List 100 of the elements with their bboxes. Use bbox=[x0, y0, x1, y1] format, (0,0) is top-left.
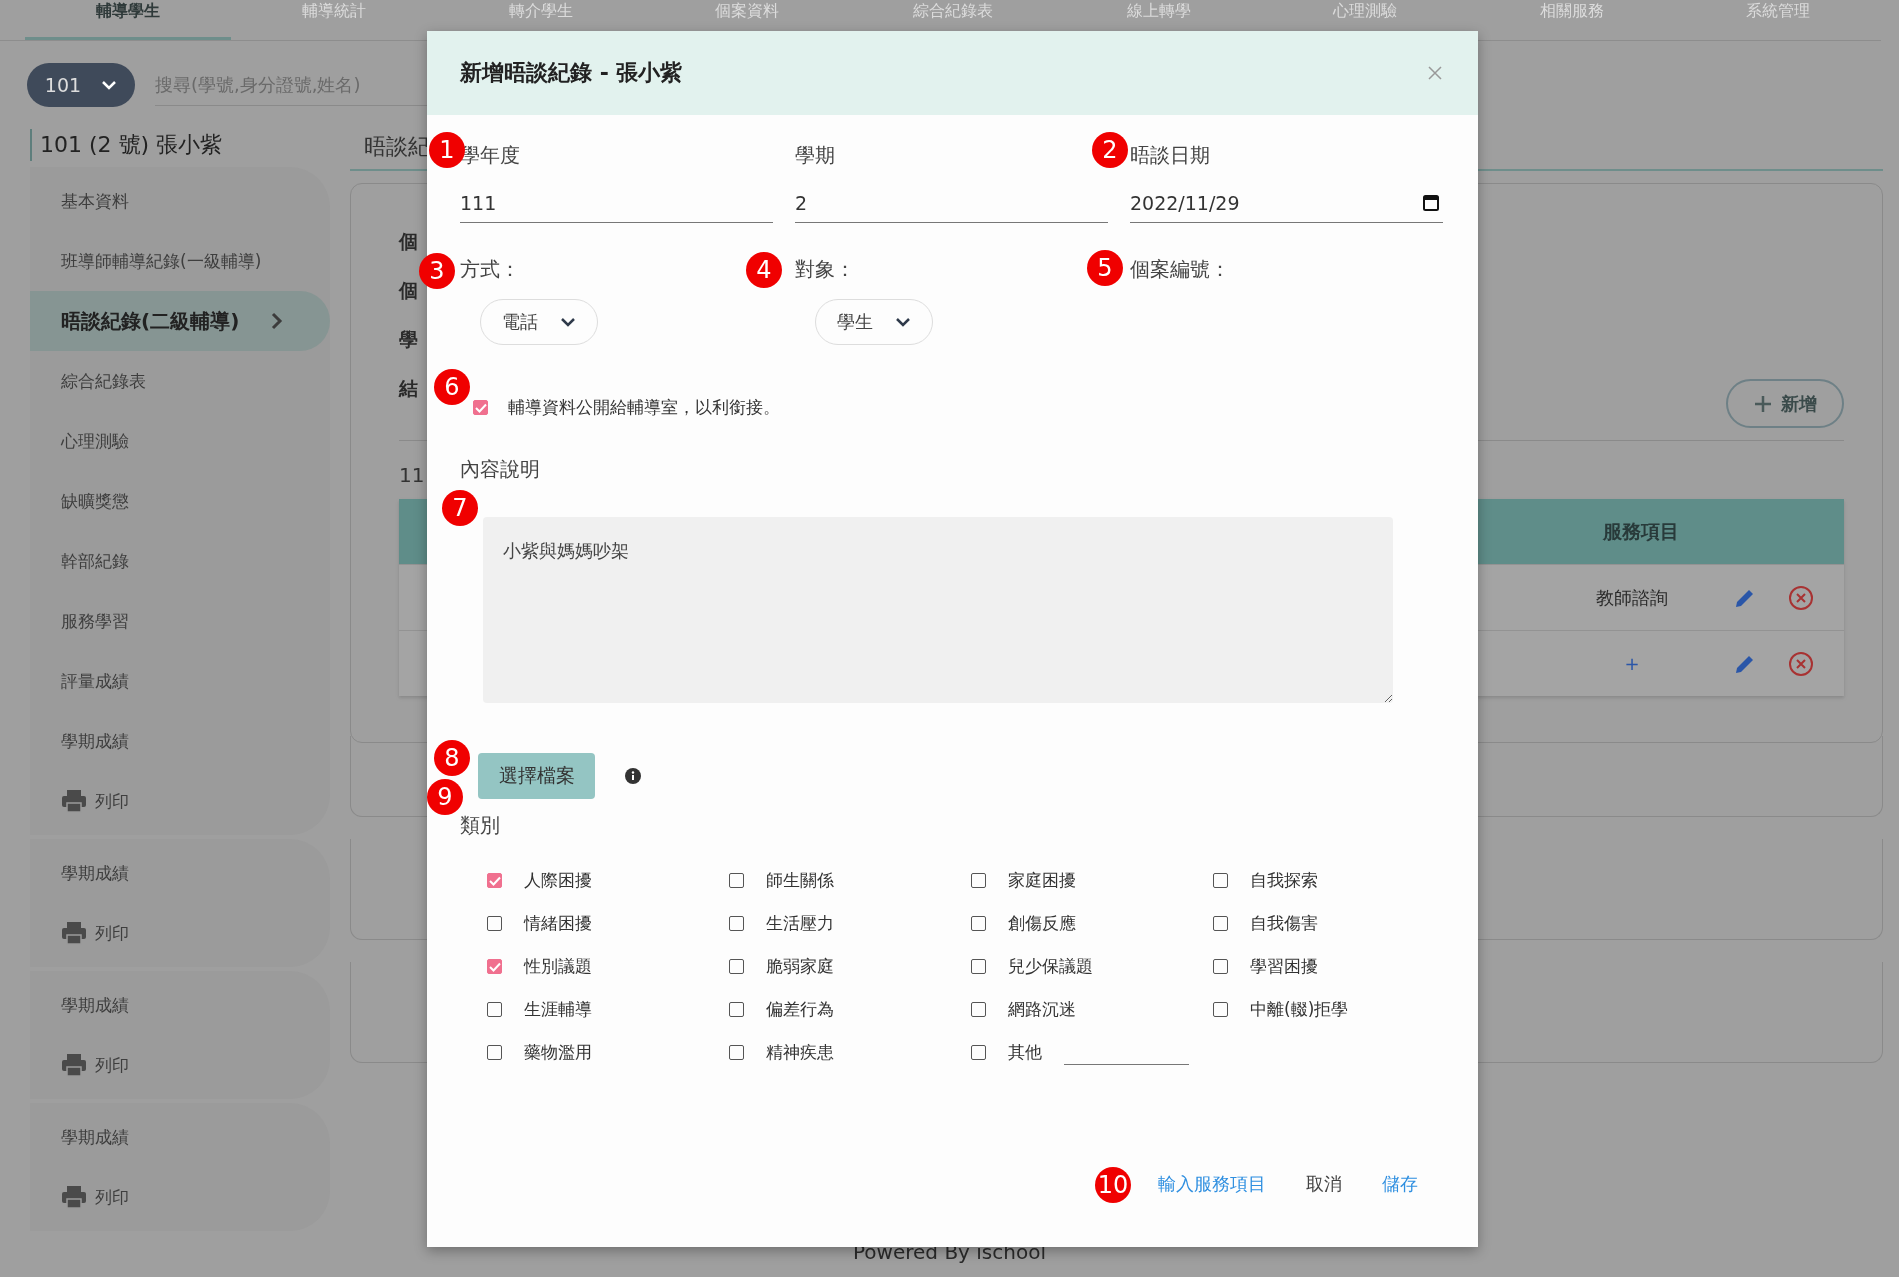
checkbox[interactable] bbox=[971, 959, 986, 974]
dialog-action-button[interactable]: 輸入服務項目 bbox=[1158, 1168, 1266, 1200]
sidebar-item[interactable]: 列印 bbox=[30, 903, 330, 963]
checkbox[interactable] bbox=[1213, 1002, 1228, 1017]
field-label: 結 bbox=[399, 376, 418, 401]
checkbox[interactable] bbox=[729, 916, 744, 931]
delete-circle-icon[interactable] bbox=[1788, 650, 1814, 677]
checkbox-label: 師生關係 bbox=[766, 869, 834, 892]
field-label: 對象： bbox=[795, 256, 855, 283]
checkbox[interactable] bbox=[971, 1045, 986, 1060]
checkbox-label: 其他 bbox=[1008, 1041, 1042, 1064]
chevron-down-icon bbox=[895, 317, 911, 327]
add-button[interactable]: 新增 bbox=[1726, 379, 1844, 428]
field-label: 學 bbox=[399, 327, 418, 352]
checkbox-label: 藥物濫用 bbox=[524, 1041, 592, 1064]
checkbox[interactable] bbox=[971, 873, 986, 888]
number-marker: 4 bbox=[746, 252, 782, 288]
number-marker: 9 bbox=[427, 779, 463, 815]
checkbox-label: 家庭困擾 bbox=[1008, 869, 1076, 892]
checkbox[interactable] bbox=[487, 959, 502, 974]
nav-tab[interactable]: 輔導學生 bbox=[25, 0, 232, 40]
info-icon[interactable] bbox=[625, 768, 641, 784]
column-header: 服務項目 bbox=[1603, 518, 1679, 544]
sidebar-item[interactable]: 缺曠獎懲 bbox=[30, 471, 330, 531]
checkbox-label: 生活壓力 bbox=[766, 912, 834, 935]
checkbox-label: 精神疾患 bbox=[766, 1041, 834, 1064]
class-dropdown[interactable]: 101 bbox=[27, 63, 135, 107]
dialog-action-button[interactable]: 儲存 bbox=[1382, 1168, 1418, 1200]
dialog-title: 新增晤談紀錄 - 張小紫 bbox=[460, 59, 683, 87]
number-marker: 7 bbox=[442, 490, 478, 526]
number-marker: 2 bbox=[1092, 132, 1128, 168]
checkbox[interactable] bbox=[487, 1002, 502, 1017]
sidebar-item[interactable]: 評量成績 bbox=[30, 651, 330, 711]
sidebar-item[interactable]: 班導師輔導紀錄(一級輔導) bbox=[30, 231, 330, 291]
checkbox[interactable] bbox=[487, 873, 502, 888]
checkbox-label: 偏差行為 bbox=[766, 998, 834, 1021]
checkbox[interactable] bbox=[729, 1002, 744, 1017]
field-label: 學期 bbox=[795, 142, 835, 169]
input-field[interactable]: 111 bbox=[460, 183, 773, 223]
checkbox[interactable] bbox=[487, 1045, 502, 1060]
sidebar-item[interactable]: 綜合紀錄表 bbox=[30, 351, 330, 411]
field-label: 方式： bbox=[460, 256, 520, 283]
number-marker: 8 bbox=[434, 740, 470, 776]
date-field[interactable]: 2022/11/29 bbox=[1130, 191, 1330, 214]
sidebar-item[interactable]: 基本資料 bbox=[30, 171, 330, 231]
checkbox-label: 網路沉迷 bbox=[1008, 998, 1076, 1021]
sidebar-item[interactable]: 心理測驗 bbox=[30, 411, 330, 471]
calendar-icon[interactable] bbox=[1423, 194, 1439, 211]
checkbox-label: 性別議題 bbox=[524, 955, 592, 978]
sidebar-item[interactable]: 服務學習 bbox=[30, 591, 330, 651]
sidebar-item[interactable]: 列印 bbox=[30, 1167, 330, 1227]
checkbox[interactable] bbox=[1213, 959, 1228, 974]
checkbox-label: 自我探索 bbox=[1250, 869, 1318, 892]
printer-icon bbox=[61, 789, 87, 813]
field-label: 晤談日期 bbox=[1130, 142, 1210, 169]
sidebar-item[interactable]: 列印 bbox=[30, 771, 330, 831]
checkbox[interactable] bbox=[1213, 873, 1228, 888]
checkbox-label: 中離(輟)拒學 bbox=[1250, 998, 1349, 1021]
checkbox-label: 學習困擾 bbox=[1250, 955, 1318, 978]
sidebar-item[interactable]: 學期成績 bbox=[30, 1107, 330, 1167]
printer-icon bbox=[61, 1185, 87, 1209]
field-label: 個 bbox=[399, 229, 418, 254]
printer-icon bbox=[61, 921, 87, 945]
checkbox[interactable] bbox=[971, 1002, 986, 1017]
sidebar-item[interactable]: 學期成績 bbox=[30, 843, 330, 903]
sidebar-item[interactable]: 學期成績 bbox=[30, 975, 330, 1035]
checkbox[interactable] bbox=[1213, 916, 1228, 931]
plus-icon bbox=[1753, 393, 1773, 414]
number-marker: 6 bbox=[434, 369, 470, 405]
checkbox-label: 自我傷害 bbox=[1250, 912, 1318, 935]
field-label: 個案編號： bbox=[1130, 256, 1230, 283]
chevron-right-icon bbox=[271, 312, 284, 330]
checkbox-label: 生涯輔導 bbox=[524, 998, 592, 1021]
checkbox[interactable] bbox=[729, 1045, 744, 1060]
table-cell-text: 教師諮詢 bbox=[1595, 585, 1669, 610]
field-label: 個 bbox=[399, 278, 418, 303]
sidebar-item[interactable]: 晤談紀錄(二級輔導) bbox=[30, 291, 330, 351]
checkbox[interactable] bbox=[729, 873, 744, 888]
printer-icon bbox=[61, 1053, 87, 1077]
checkbox-label: 情緒困擾 bbox=[524, 912, 592, 935]
dialog-action-button[interactable]: 取消 bbox=[1306, 1168, 1342, 1200]
delete-circle-icon[interactable] bbox=[1788, 584, 1814, 611]
checkbox[interactable] bbox=[971, 916, 986, 931]
checkbox[interactable] bbox=[729, 959, 744, 974]
checkbox-label: 脆弱家庭 bbox=[766, 955, 834, 978]
choose-file-button[interactable]: 選擇檔案 bbox=[478, 753, 595, 799]
checkbox[interactable] bbox=[487, 916, 502, 931]
content-field[interactable]: 小紫與媽媽吵架 bbox=[483, 517, 1393, 703]
number-marker: 10 bbox=[1095, 1167, 1131, 1203]
sidebar-item[interactable]: 幹部紀錄 bbox=[30, 531, 330, 591]
input-field[interactable]: 2 bbox=[795, 183, 1108, 223]
checkbox[interactable] bbox=[473, 400, 488, 415]
field-label: 類別 bbox=[460, 812, 500, 839]
section-title: 11 bbox=[399, 463, 425, 487]
chevron-down-icon bbox=[560, 317, 576, 327]
checkbox-label: 創傷反應 bbox=[1008, 912, 1076, 935]
sidebar-item[interactable]: 學期成績 bbox=[30, 711, 330, 771]
sidebar-item[interactable]: 列印 bbox=[30, 1035, 330, 1095]
chevron-down-icon bbox=[101, 80, 118, 90]
checkbox-label: 兒少保議題 bbox=[1008, 955, 1093, 978]
